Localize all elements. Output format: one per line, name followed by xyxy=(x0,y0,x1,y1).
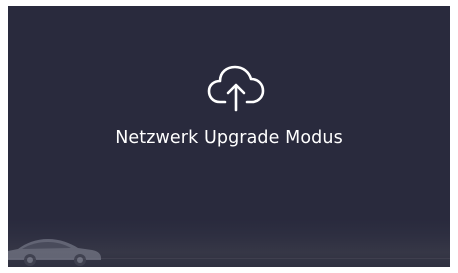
car-icon xyxy=(8,227,104,267)
road-background xyxy=(8,219,450,267)
screen-title: Netzwerk Upgrade Modus xyxy=(115,128,343,148)
cloud-upload-icon xyxy=(205,62,267,112)
upgrade-screen: Netzwerk Upgrade Modus xyxy=(8,6,450,267)
